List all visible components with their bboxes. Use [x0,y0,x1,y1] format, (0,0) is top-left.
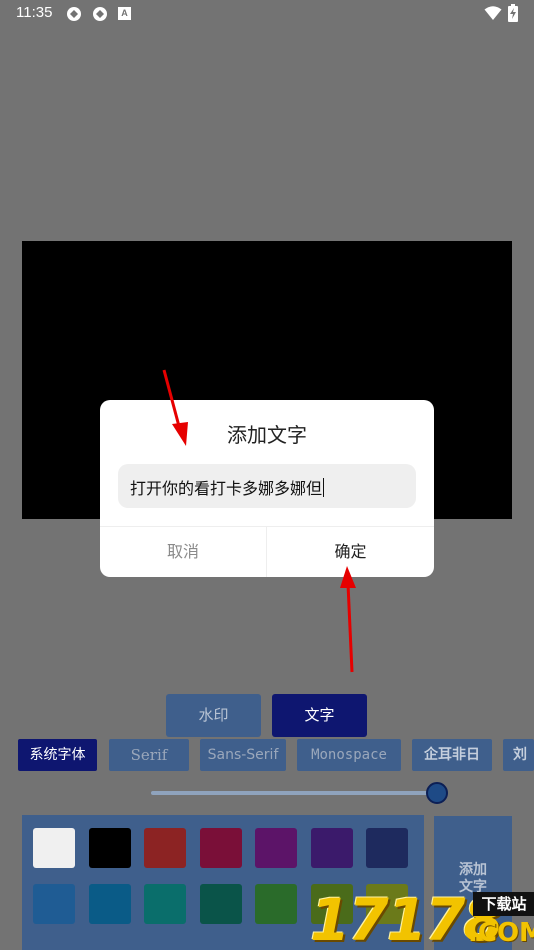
color-swatch[interactable] [144,884,186,924]
color-swatch[interactable] [33,884,75,924]
font-option-sans-serif[interactable]: Sans-Serif [200,739,286,771]
tab-watermark[interactable]: 水印 [166,694,261,737]
add-text-dialog: 添加文字 打开你的看打卡多娜多娜但 取消 确定 [100,400,434,577]
font-option-custom-2[interactable]: 刘 [503,739,534,771]
size-slider-track[interactable] [151,791,437,795]
font-option-custom-1[interactable]: 企耳非日 [412,739,492,771]
color-swatch[interactable] [199,884,242,924]
color-swatch[interactable] [88,828,131,868]
color-swatch[interactable] [255,828,297,868]
text-input[interactable]: 打开你的看打卡多娜多娜但 [118,464,416,508]
size-slider-thumb[interactable] [426,782,448,804]
color-swatch[interactable] [310,828,353,868]
add-text-label-1: 添加 [459,862,487,878]
site-watermark: 17178 下载站 .COM [308,884,534,950]
wifi-icon [484,6,502,20]
tab-text[interactable]: 文字 [272,694,367,737]
battery-icon [508,4,518,22]
a-icon: A [118,7,131,20]
text-input-value: 打开你的看打卡多娜多娜但 [130,478,325,498]
status-bar: 11:35 A [0,0,534,28]
dialog-title: 添加文字 [227,423,307,447]
color-swatch[interactable] [144,828,186,868]
color-swatch[interactable] [366,828,408,868]
cancel-button[interactable]: 取消 [100,527,266,577]
text-caret [323,478,325,497]
font-option-system[interactable]: 系统字体 [18,739,97,771]
watermark-domain: .COM [468,918,534,948]
font-option-monospace[interactable]: Monospace [297,739,401,771]
sync-icon [93,7,107,21]
color-swatch[interactable] [255,884,297,924]
arrow-to-confirm [340,566,356,673]
font-option-serif[interactable]: Serif [109,739,189,771]
color-swatch[interactable] [199,828,242,868]
color-swatch[interactable] [33,828,75,868]
watermark-site: 下载站 [473,892,534,916]
confirm-button[interactable]: 确定 [267,527,434,577]
status-time: 11:35 [16,4,53,21]
sync-icon [67,7,81,21]
color-swatch[interactable] [88,884,131,924]
